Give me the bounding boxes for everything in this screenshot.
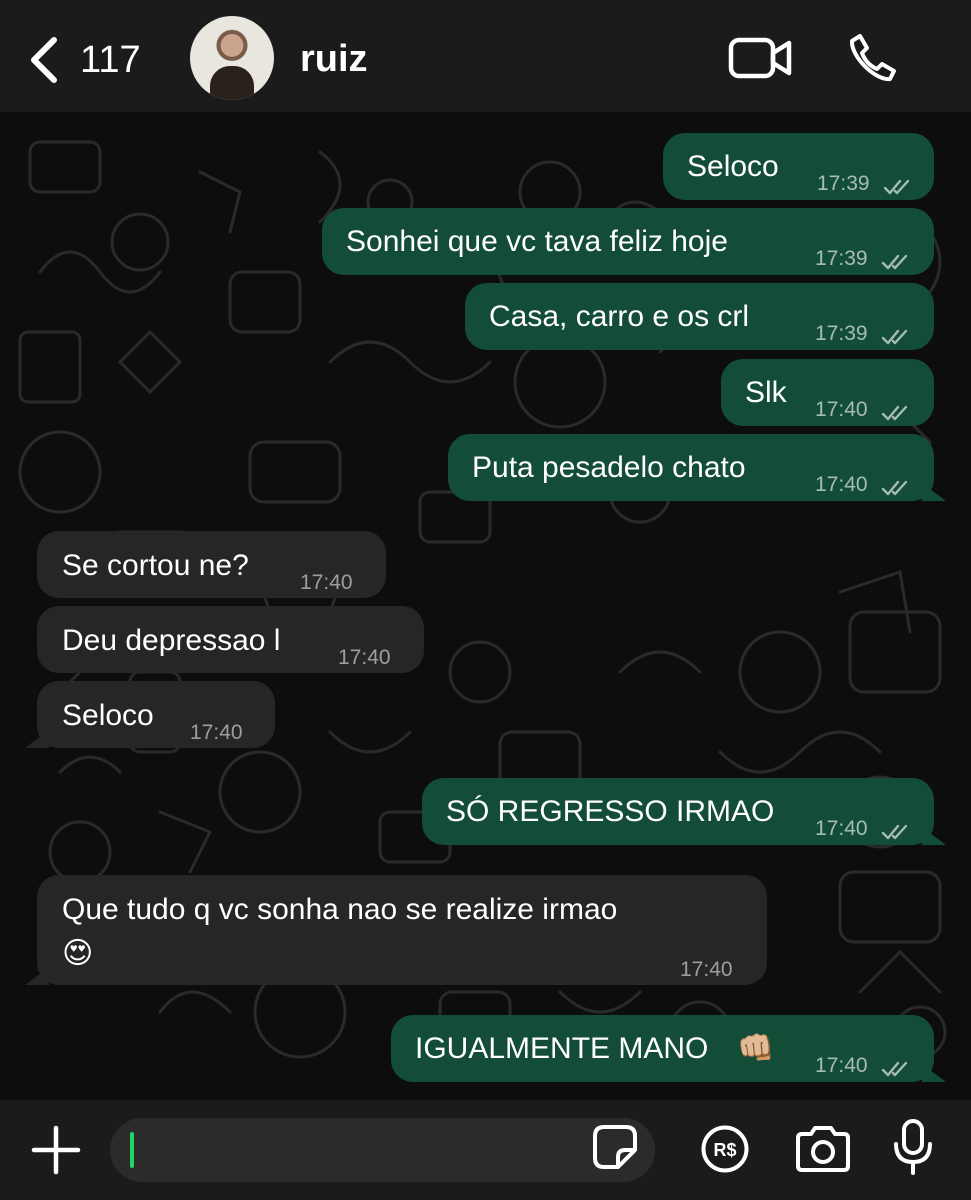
read-status [881,813,909,851]
message-bubble-incoming[interactable]: Se cortou ne? 17:40 [37,531,386,598]
message-bubble-outgoing[interactable]: Puta pesadelo chato 17:40 [448,434,946,501]
unread-count: 117 [80,38,141,81]
chat-header: 117 ruiz [0,0,971,112]
message-text: Puta pesadelo chato [472,451,746,484]
message-time: 17:39 [815,247,868,270]
message-bubble-outgoing[interactable]: IGUALMENTE MANO 👊🏼 17:40 [391,1015,946,1082]
message-bubble-outgoing[interactable]: SÓ REGRESSO IRMAO 17:40 [422,778,946,845]
video-camera-icon [728,37,792,79]
message-text: SÓ REGRESSO IRMAO [446,795,775,828]
message-time: 17:40 [190,721,243,744]
message-bubble-incoming[interactable]: Que tudo q vc sonha nao se realize irmao… [25,875,767,985]
message-text: Casa, carro e os crl [489,300,750,333]
chevron-left-icon [31,37,57,83]
message-emoji: 👊🏼 [737,1032,775,1065]
phone-icon [850,34,896,82]
read-status [881,469,909,507]
sticker-button[interactable] [592,1124,638,1175]
camera-icon [796,1126,850,1172]
bubble-tail [922,827,946,845]
read-ticks-icon [881,405,908,421]
message-time: 17:39 [815,322,868,345]
read-ticks-icon [881,824,908,840]
message-bubble-outgoing[interactable]: Casa, carro e os crl 17:39 [465,283,934,350]
sticker-icon [593,1125,637,1169]
read-ticks-icon [881,254,908,270]
message-time: 17:40 [680,958,733,981]
message-text: Seloco [62,699,154,732]
read-status [883,168,911,206]
bubble-tail [25,730,49,748]
message-time: 17:40 [815,398,868,421]
message-text: Se cortou ne? [62,549,249,582]
bubble-tail [25,967,49,985]
attach-button[interactable] [30,1124,82,1181]
avatar[interactable] [190,16,274,100]
message-time: 17:40 [815,1054,868,1077]
message-text: IGUALMENTE MANO [415,1032,709,1065]
payment-label: R$ [713,1140,736,1160]
message-text: Que tudo q vc sonha nao se realize irmao [62,893,618,926]
contact-name[interactable]: ruiz [300,38,368,81]
message-time: 17:40 [815,473,868,496]
message-emoji: 😍 [62,937,94,970]
back-button[interactable]: 117 [28,36,141,84]
read-ticks-icon [881,1061,908,1077]
message-input[interactable] [140,1130,584,1172]
message-bubble-outgoing[interactable]: Slk 17:40 [721,359,934,426]
message-text: Seloco [687,150,779,183]
message-time: 17:39 [817,172,870,195]
payment-icon: R$ [701,1125,749,1173]
message-time: 17:40 [815,817,868,840]
message-bubble-outgoing[interactable]: Sonhei que vc tava feliz hoje 17:39 [322,208,934,275]
plus-icon [31,1125,81,1175]
message-text: Sonhei que vc tava feliz hoje [346,225,728,258]
message-bubble-outgoing[interactable]: Seloco 17:39 [663,133,934,200]
video-call-button[interactable] [728,36,792,85]
message-text: Deu depressao l [62,624,281,657]
message-time: 17:40 [300,571,353,594]
read-status [881,394,909,432]
bubble-tail [922,1064,946,1082]
message-text: Slk [745,376,787,409]
read-status [881,1050,909,1088]
read-ticks-icon [881,329,908,345]
message-bubble-incoming[interactable]: Seloco 17:40 [25,681,275,748]
read-status [881,243,909,281]
payment-button[interactable]: R$ [700,1124,750,1179]
message-time: 17:40 [338,646,391,669]
message-bubble-incoming[interactable]: Deu depressao l 17:40 [37,606,424,673]
message-input-box[interactable] [110,1118,655,1182]
read-ticks-icon [881,480,908,496]
microphone-icon [894,1119,932,1175]
bubble-tail [922,483,946,501]
camera-button[interactable] [794,1126,852,1177]
read-status [881,318,909,356]
microphone-button[interactable] [893,1118,933,1181]
read-ticks-icon [883,179,910,195]
voice-call-button[interactable] [846,32,898,89]
text-caret [130,1132,134,1168]
